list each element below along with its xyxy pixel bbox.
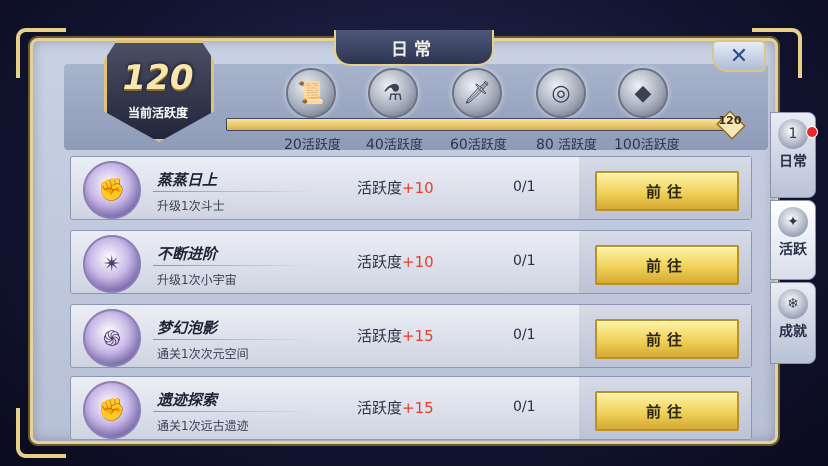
- activity-progress-bar: [226, 118, 738, 131]
- close-icon: ✕: [729, 43, 749, 69]
- tab-label: 成就: [779, 324, 807, 340]
- achievement-icon: ❄: [778, 289, 808, 319]
- task-name: 梦幻泡影: [157, 319, 218, 337]
- divider: [153, 191, 313, 192]
- task-points: 活跃度+15: [357, 399, 434, 417]
- tab-label: 日常: [779, 154, 807, 170]
- divider: [153, 339, 313, 340]
- task-points: 活跃度+10: [357, 253, 434, 271]
- reward-chest-20[interactable]: 📜: [286, 68, 336, 118]
- task-name: 蒸蒸日上: [157, 171, 218, 189]
- fist-icon: ✊: [83, 161, 141, 219]
- task-row: ֍ 梦幻泡影 通关1次次元空间 活跃度+15 0/1 前往: [70, 304, 752, 368]
- go-button[interactable]: 前往: [595, 171, 739, 211]
- activity-icon: ✦: [778, 207, 808, 237]
- task-progress: 0/1: [513, 179, 536, 195]
- go-button[interactable]: 前往: [595, 319, 739, 359]
- task-progress: 0/1: [513, 399, 536, 415]
- tab-label: 活跃: [779, 242, 807, 258]
- tab-activity[interactable]: ✦ 活跃: [770, 200, 816, 280]
- coin-icon: ◎: [551, 80, 571, 106]
- divider: [153, 411, 313, 412]
- close-button[interactable]: ✕: [712, 40, 766, 72]
- task-row: ✊ 蒸蒸日上 升级1次斗士 活跃度+10 0/1 前往: [70, 156, 752, 220]
- scroll-icon: 📜: [297, 80, 325, 106]
- divider: [153, 265, 313, 266]
- go-button[interactable]: 前往: [595, 245, 739, 285]
- tab-achievement[interactable]: ❄ 成就: [770, 282, 816, 364]
- task-points: 活跃度+15: [357, 327, 434, 345]
- dialog-title: 日常: [334, 30, 494, 66]
- task-description: 升级1次斗士: [157, 199, 225, 213]
- activity-label: 当前活跃度: [127, 106, 188, 120]
- task-name: 遗迹探索: [157, 391, 218, 409]
- task-description: 通关1次远古遗迹: [157, 419, 249, 433]
- milestone-label: 60活跃度: [450, 137, 507, 153]
- activity-progress-fill: [227, 119, 737, 130]
- reward-chest-40[interactable]: ⚗: [368, 68, 418, 118]
- task-description: 通关1次次元空间: [157, 347, 249, 361]
- reward-chest-80[interactable]: ◎: [536, 68, 586, 118]
- task-name: 不断进阶: [157, 245, 218, 263]
- tab-daily[interactable]: 1 日常: [770, 112, 816, 198]
- task-row: ✴ 不断进阶 升级1次小宇宙 活跃度+10 0/1 前往: [70, 230, 752, 294]
- daily-icon: 1: [778, 119, 808, 149]
- task-progress: 0/1: [513, 253, 536, 269]
- reward-chest-100[interactable]: ◆: [618, 68, 668, 118]
- diamond-icon: ◆: [634, 80, 652, 106]
- vortex-icon: ֍: [83, 309, 141, 367]
- task-row: ✊ 遗迹探索 通关1次远古遗迹 活跃度+15 0/1 前往: [70, 376, 752, 440]
- milestone-label: 80 活跃度: [536, 137, 597, 153]
- task-progress: 0/1: [513, 327, 536, 343]
- reward-chest-60[interactable]: 🗡: [452, 68, 502, 118]
- go-button[interactable]: 前往: [595, 391, 739, 431]
- potion-icon: ⚗: [383, 80, 403, 106]
- progress-max-value: 120: [718, 114, 742, 127]
- notification-dot: [806, 126, 818, 138]
- milestone-label: 20活跃度: [284, 137, 341, 153]
- task-points: 活跃度+10: [357, 179, 434, 197]
- milestone-label: 40活跃度: [366, 137, 423, 153]
- fist-icon: ✊: [83, 381, 141, 439]
- activity-points: 120: [122, 58, 194, 98]
- task-description: 升级1次小宇宙: [157, 273, 237, 287]
- cosmo-icon: ✴: [83, 235, 141, 293]
- milestone-label: 100活跃度: [614, 137, 680, 153]
- sword-icon: 🗡: [463, 80, 491, 106]
